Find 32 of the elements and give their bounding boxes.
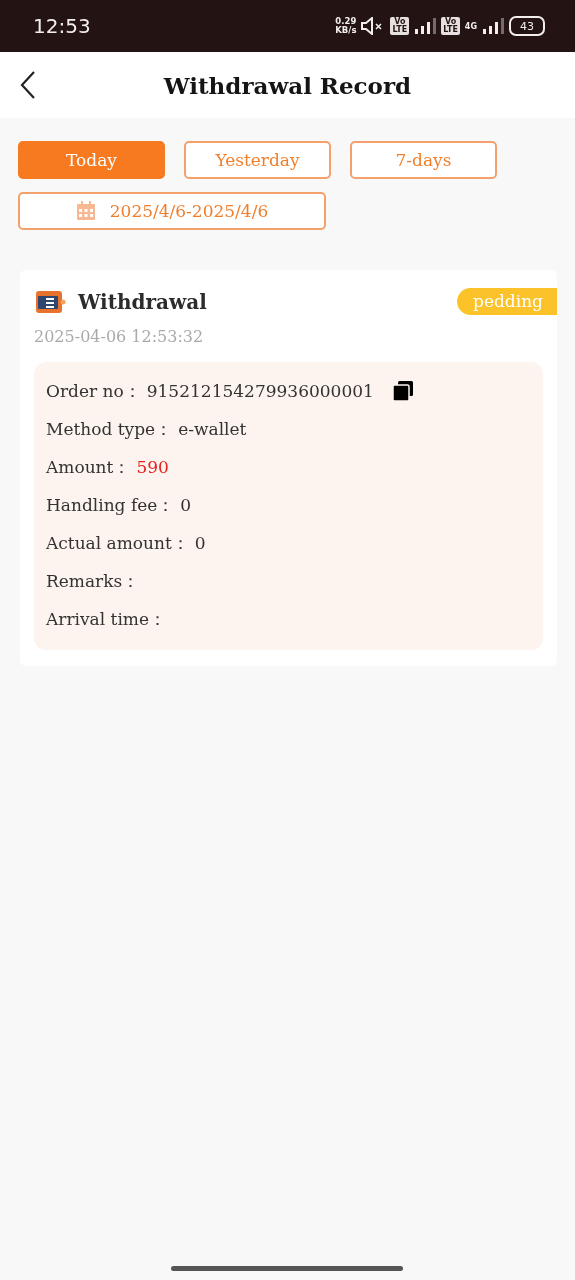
battery-icon: 43: [509, 16, 545, 36]
field-label: Arrival time：: [46, 607, 166, 631]
calendar-icon: [75, 201, 96, 221]
page-title: Withdrawal Record: [163, 71, 412, 99]
field-value: 915212154279936000001: [146, 381, 374, 401]
field-value: e-wallet: [178, 419, 247, 439]
field-label: Actual amount：: [46, 531, 189, 555]
record-title: Withdrawal: [78, 289, 207, 314]
wallet-icon: [34, 288, 66, 315]
copy-icon[interactable]: [391, 380, 414, 402]
field-label: Handling fee：: [46, 493, 175, 517]
field-value: 590: [136, 457, 169, 477]
record-time: 2025-04-06 12:53:32: [34, 327, 205, 346]
back-icon[interactable]: [18, 70, 38, 100]
field-label: Order no：: [46, 379, 141, 403]
status-badge: pedding: [457, 288, 557, 315]
field-label: Remarks：: [46, 569, 140, 593]
volte-badge: Vo LTE: [441, 17, 460, 35]
network-speed: 0.29 KB/s: [335, 17, 357, 35]
field-value: 0: [180, 495, 192, 515]
volte-badge: Vo LTE: [390, 17, 410, 35]
signal-icon: [414, 18, 437, 34]
filter-tab[interactable]: Yesterday: [184, 141, 331, 179]
signal-icon: [482, 18, 504, 34]
network-type: 4G: [464, 21, 477, 31]
field-label: Amount：: [46, 455, 131, 479]
field-label: Method type：: [46, 417, 173, 441]
date-range-button[interactable]: 2025/4/6-2025/4/6: [18, 192, 326, 230]
clock: 12:53: [33, 14, 91, 38]
field-value: 0: [194, 533, 206, 553]
filter-tab[interactable]: 7-days: [350, 141, 497, 179]
filter-tab[interactable]: Today: [18, 141, 165, 179]
